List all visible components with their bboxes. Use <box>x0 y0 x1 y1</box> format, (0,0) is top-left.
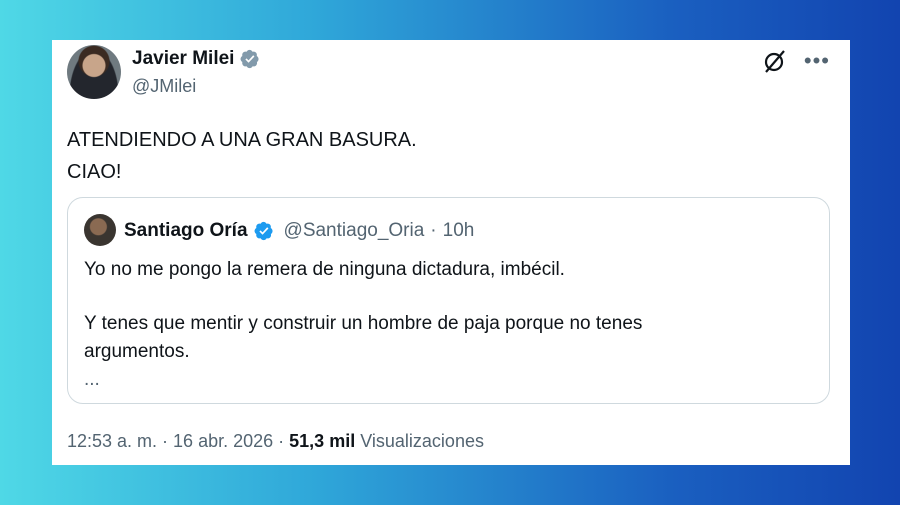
top-actions: ••• <box>762 48 830 74</box>
quoted-author-avatar <box>84 214 116 246</box>
quoted-author-name: Santiago Oría <box>124 220 248 241</box>
tweet-timestamp[interactable]: 12:53 a. m. · 16 abr. 2026 · <box>67 431 284 451</box>
tweet-line-2: CIAO! <box>67 161 122 183</box>
quoted-header: Santiago Oría @Santiago_Oria · 10h <box>124 220 474 242</box>
verified-badge-icon <box>240 49 259 69</box>
quoted-line-3: argumentos. <box>84 341 190 362</box>
grok-icon[interactable] <box>762 48 788 74</box>
quoted-separator: · <box>430 220 437 241</box>
quoted-line-2: Y tenes que mentir y construir un hombre… <box>84 313 643 334</box>
views-count: 51,3 mil <box>289 431 356 451</box>
quoted-line-1: Yo no me pongo la remera de ninguna dict… <box>84 259 565 280</box>
quoted-text: Yo no me pongo la remera de ninguna dict… <box>84 256 814 394</box>
views-label: Visualizaciones <box>360 431 484 451</box>
tweet-meta: 12:53 a. m. · 16 abr. 2026 · 51,3 mil Vi… <box>67 431 484 452</box>
tweet-card: Javier Milei @JMilei ••• ATENDIENDO A UN… <box>52 40 850 465</box>
verified-badge-icon <box>254 221 273 241</box>
quoted-time: 10h <box>442 220 475 241</box>
author-name[interactable]: Javier Milei <box>132 48 234 70</box>
quoted-author-handle: @Santiago_Oria <box>283 220 425 241</box>
author-handle[interactable]: @JMilei <box>132 76 196 97</box>
author-name-row[interactable]: Javier Milei <box>132 48 260 70</box>
author-avatar[interactable] <box>67 45 121 99</box>
tweet-text: ATENDIENDO A UNA GRAN BASURA. CIAO! <box>67 124 417 188</box>
more-options-icon[interactable]: ••• <box>804 50 830 72</box>
quoted-tweet[interactable]: Santiago Oría @Santiago_Oria · 10h Yo no… <box>67 197 830 404</box>
tweet-line-1: ATENDIENDO A UNA GRAN BASURA. <box>67 129 417 151</box>
quoted-more: ... <box>84 369 100 390</box>
